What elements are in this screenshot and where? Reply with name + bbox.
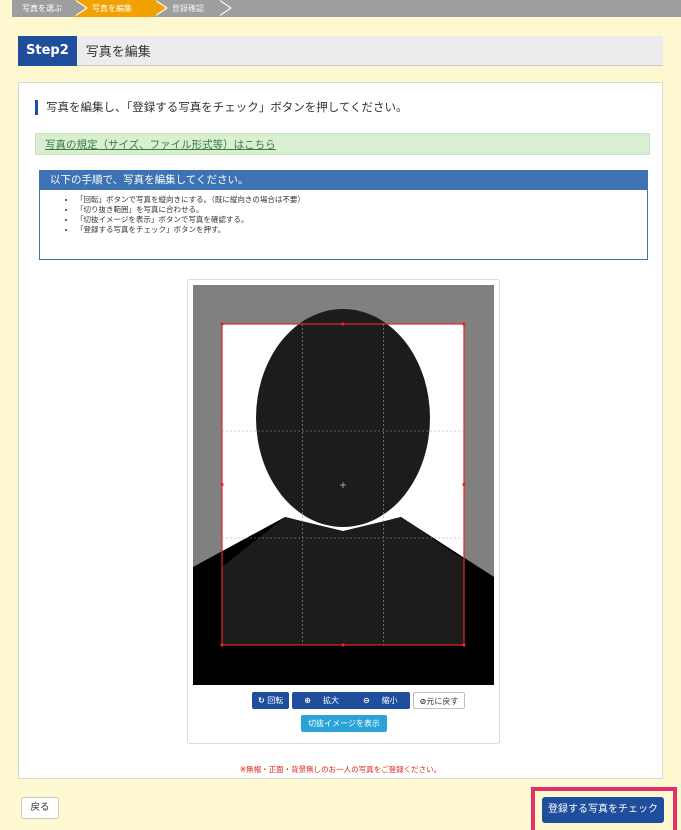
reset-button[interactable]: ⊘元に戻す [412,692,466,709]
back-button[interactable]: 戻る [21,797,59,819]
breadcrumb-step-label: 登録確認 [172,4,204,13]
breadcrumb-step-label: 写真を編集 [92,4,132,13]
reset-label: 元に戻す [426,697,459,706]
list-item: 「切り抜き範囲」を写真に合わせる。 [76,205,647,215]
zoom-out-icon: ⊖ [362,696,370,705]
list-item: 「切抜イメージを表示」ボタンで写真を確認する。 [76,215,647,225]
steps-panel-heading: 以下の手順で、写真を編集してください。 [40,171,647,190]
list-item: 「登録する写真をチェック」ボタンを押す。 [76,225,647,235]
rotate-icon: ↻ [258,696,265,705]
photo-rules-link[interactable]: 写真の規定（サイズ、ファイル形式等）はこちら [45,139,276,151]
steps-list: 「回転」ボタンで写真を縦向きにする。（既に縦向きの場合は不要） 「切り抜き範囲」… [40,190,647,235]
step-header: Step2 写真を編集 [18,35,663,66]
photo-editor: ↻ 回転 ⊕ 拡大 ⊖ 縮小 ⊘元に戻す 切抜イメージを表示 [187,279,500,744]
zoom-in-button[interactable]: ⊕ 拡大 [292,692,351,709]
zoom-out-button[interactable]: ⊖ 縮小 [351,692,410,709]
page-title: 写真を編集 [85,45,151,60]
instruction-text: 写真を編集し、「登録する写真をチェック」ボタンを押してください。 [35,100,408,115]
edit-card: 写真を編集し、「登録する写真をチェック」ボタンを押してください。 写真の規定（サ… [18,82,663,779]
show-crop-preview-button[interactable]: 切抜イメージを表示 [301,715,387,732]
rotate-button[interactable]: ↻ 回転 [252,692,290,709]
rules-link-box: 写真の規定（サイズ、ファイル形式等）はこちら [35,133,650,155]
silhouette-photo [193,285,494,685]
step-badge: Step2 [18,35,77,66]
rotate-label: 回転 [267,696,284,705]
breadcrumb-step-select: 写真を選ぶ [12,0,88,17]
check-photo-button[interactable]: 登録する写真をチェック [542,797,664,823]
warning-text: ※無帽・正面・背景無しのお一人の写真をご登録ください。 [239,765,442,774]
zoom-out-label: 縮小 [381,696,398,705]
photo-canvas[interactable] [193,285,494,685]
list-item: 「回転」ボタンで写真を縦向きにする。（既に縦向きの場合は不要） [76,195,647,205]
zoom-button-group: ⊕ 拡大 ⊖ 縮小 [292,692,410,709]
breadcrumb: 写真を選ぶ 写真を編集 登録確認 [12,0,681,17]
zoom-in-label: 拡大 [322,696,339,705]
editor-toolbar: ↻ 回転 ⊕ 拡大 ⊖ 縮小 ⊘元に戻す [252,692,466,709]
zoom-in-icon: ⊕ [304,696,311,705]
steps-panel: 以下の手順で、写真を編集してください。 「回転」ボタンで写真を縦向きにする。（既… [39,170,648,260]
breadcrumb-step-label: 写真を選ぶ [22,4,62,13]
